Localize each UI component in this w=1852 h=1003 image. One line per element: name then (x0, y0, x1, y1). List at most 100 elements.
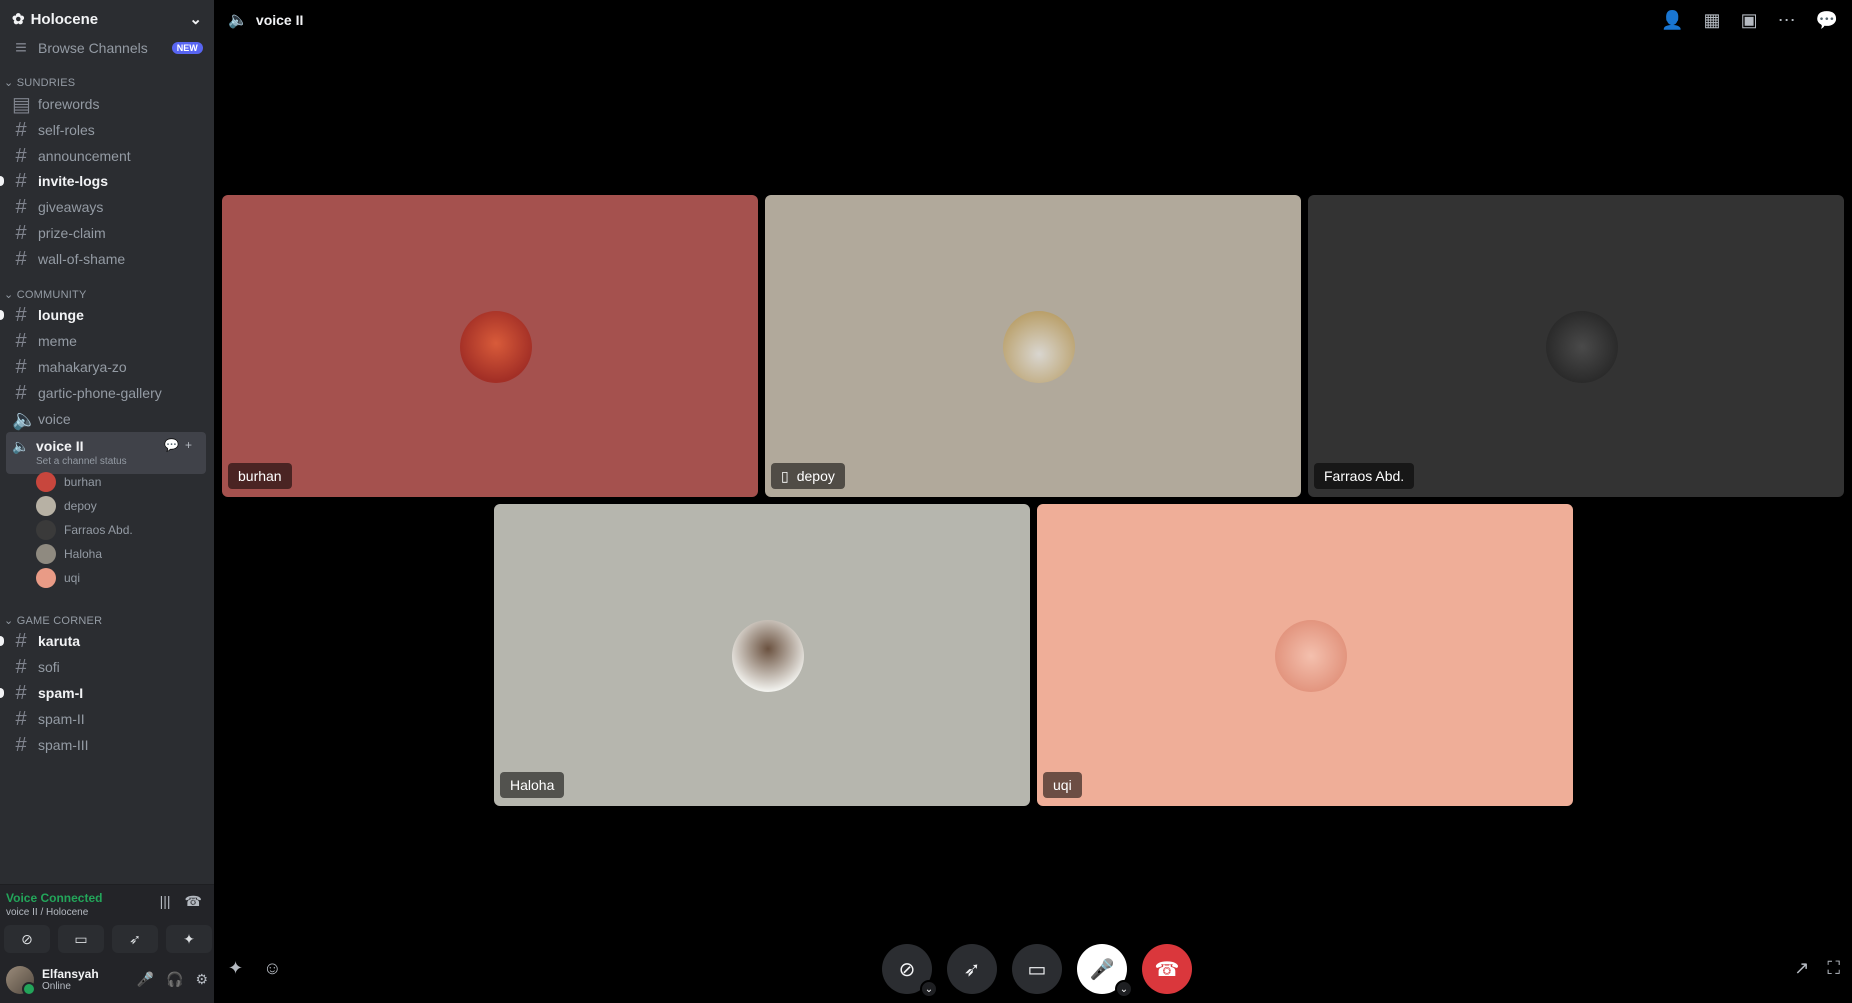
hash-icon: # (15, 707, 27, 730)
gear-icon[interactable]: ⚙ (195, 971, 208, 988)
browse-icon: ≡ (15, 36, 27, 59)
mute-button[interactable]: 🎤 ⌄ (1077, 944, 1133, 998)
chevron-down-icon[interactable]: ⌄ (1115, 980, 1133, 998)
layout-icon[interactable]: ▦ (1704, 10, 1721, 31)
username[interactable]: Elfansyah (42, 967, 129, 981)
chat-icon[interactable]: 💬 (164, 438, 185, 452)
name-text: uqi (1053, 777, 1072, 793)
server-icon: ✿ (12, 11, 25, 28)
channel-sofi[interactable]: # sofi (6, 653, 206, 681)
rocket-icon: ➶ (963, 958, 981, 981)
call-controls: ✦ ☺ ⊘ ⌄ ➶ ▭ 🎤 ⌄ ☎ ↗ ⛶ (214, 944, 1852, 998)
hash-icon: # (15, 355, 27, 378)
browse-channels[interactable]: ≡ Browse Channels NEW (6, 34, 206, 62)
avatar (1275, 620, 1347, 692)
participant-tile[interactable]: uqi (1037, 504, 1573, 806)
name-text: Haloha (510, 777, 555, 793)
voice-member[interactable]: Haloha (36, 542, 102, 566)
microphone-icon[interactable]: 🎤 (137, 971, 154, 988)
channel-label: wall-of-shame (38, 251, 126, 267)
avatar (36, 544, 56, 564)
screen-share-icon: ▭ (1027, 958, 1047, 981)
activity-button[interactable]: ➶ (947, 944, 997, 994)
more-icon[interactable]: ⋯ (1778, 10, 1796, 31)
invite-icon[interactable]: 👤 (1661, 10, 1683, 31)
camera-button[interactable]: ⊘ ⌄ (882, 944, 938, 998)
avatar (732, 620, 804, 692)
soundboard-icon[interactable]: ✦ (228, 958, 243, 979)
channel-label: giveaways (38, 199, 104, 215)
name-text: Farraos Abd. (1324, 468, 1405, 484)
user-panel: Elfansyah Online 🎤 🎧 ⚙ (0, 956, 214, 1003)
participant-name: Haloha (500, 772, 565, 798)
channel-forewords[interactable]: ▤ forewords (6, 90, 206, 118)
voice-member[interactable]: burhan (36, 470, 101, 494)
avatar (1003, 311, 1075, 383)
channel-gartic-phone-gallery[interactable]: # gartic-phone-gallery (6, 379, 206, 407)
channel-prize-claim[interactable]: # prize-claim (6, 219, 206, 247)
channel-label: forewords (38, 96, 100, 112)
add-member-icon[interactable]: + (185, 438, 198, 452)
voice-channel-actions[interactable]: 💬+ (164, 438, 198, 452)
channel-spam-ii[interactable]: # spam-II (6, 705, 206, 733)
category-community[interactable]: COMMUNITY (4, 288, 87, 301)
member-name: uqi (64, 571, 81, 585)
headphones-icon[interactable]: 🎧 (166, 971, 183, 988)
channel-meme[interactable]: # meme (6, 327, 206, 355)
hash-icon: # (15, 169, 27, 192)
voice-member[interactable]: Farraos Abd. (36, 518, 133, 542)
server-header[interactable]: ✿ Holocene ⌄ (0, 0, 214, 38)
disconnect-button[interactable]: ☎ (1142, 944, 1192, 994)
server-name: Holocene (30, 10, 99, 28)
channel-mahakarya-zo[interactable]: # mahakarya-zo (6, 353, 206, 381)
channel-wall-of-shame[interactable]: # wall-of-shame (6, 245, 206, 273)
channel-announcement[interactable]: # announcement (6, 142, 206, 170)
name-text: burhan (238, 468, 282, 484)
popout-icon[interactable]: ↗ (1794, 958, 1809, 979)
participant-tile[interactable]: Farraos Abd. (1308, 195, 1844, 497)
channel-list[interactable]: ≡ Browse Channels NEW SUNDRIES ▤ foreword… (0, 34, 214, 884)
screen-share-button[interactable]: ▭ (1012, 944, 1062, 994)
channel-voice-ii-active[interactable]: 🔈 voice II Set a channel status 💬+ (6, 432, 206, 474)
chevron-down-icon[interactable]: ⌄ (920, 980, 938, 998)
hash-icon: # (15, 144, 27, 167)
channel-invite-logs[interactable]: # invite-logs (0, 167, 206, 195)
voice-stage: 🔈 voice II 👤 ▦ ▣ ⋯ 💬 burhan ▯ depoy Farra… (214, 0, 1852, 1003)
new-badge: NEW (171, 42, 203, 54)
screen-share-icon: ▭ (74, 930, 88, 947)
camera-off-button[interactable]: ⊘ (4, 925, 50, 953)
channel-lounge[interactable]: # lounge (0, 301, 206, 329)
category-sundries[interactable]: SUNDRIES (4, 76, 75, 89)
user-avatar[interactable] (6, 965, 36, 996)
channel-label: invite-logs (38, 173, 109, 189)
emoji-icon[interactable]: ☺ (263, 958, 281, 979)
hash-icon: # (15, 221, 27, 244)
voice-member[interactable]: uqi (36, 566, 80, 590)
screen-share-button[interactable]: ▭ (58, 925, 104, 953)
category-game-corner[interactable]: GAME CORNER (4, 614, 102, 627)
fullscreen-icon[interactable]: ⛶ (1827, 958, 1840, 979)
channel-label: gartic-phone-gallery (38, 385, 162, 401)
noise-suppression-icon[interactable]: ||| (160, 893, 171, 910)
channel-karuta[interactable]: # karuta (0, 627, 206, 655)
chat-icon[interactable]: 💬 (1816, 10, 1838, 31)
voice-location[interactable]: voice II / Holocene (6, 907, 88, 918)
disconnect-icon[interactable]: ☎ (185, 893, 202, 910)
channel-voice[interactable]: 🔈 voice (6, 405, 206, 433)
activity-button[interactable]: ➶ (112, 925, 158, 953)
channel-status-hint[interactable]: Set a channel status (36, 456, 127, 467)
soundboard-button[interactable]: ✦ (166, 925, 212, 953)
participant-tile[interactable]: burhan (222, 195, 758, 497)
voice-member[interactable]: depoy (36, 494, 97, 518)
participant-tile[interactable]: ▯ depoy (765, 195, 1301, 497)
hash-icon: # (15, 681, 27, 704)
participant-tile[interactable]: Haloha (494, 504, 1030, 806)
voice-connected-status[interactable]: Voice Connected (6, 891, 102, 905)
popout-icon[interactable]: ▣ (1741, 10, 1758, 31)
channel-giveaways[interactable]: # giveaways (6, 193, 206, 221)
participant-name: burhan (228, 463, 292, 489)
channel-self-roles[interactable]: # self-roles (6, 116, 206, 144)
channel-spam-iii[interactable]: # spam-III (6, 731, 206, 759)
channel-spam-i[interactable]: # spam-I (0, 679, 206, 707)
participant-name: Farraos Abd. (1314, 463, 1415, 489)
